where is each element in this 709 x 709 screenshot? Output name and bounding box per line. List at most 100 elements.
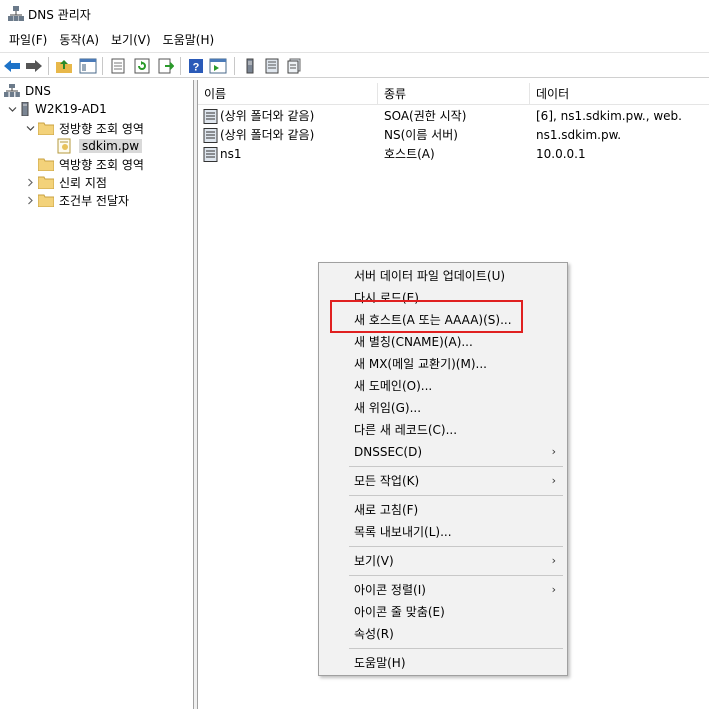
column-header-data[interactable]: 데이터 bbox=[530, 83, 709, 105]
red-highlight-box bbox=[330, 300, 523, 333]
menu-help[interactable]: 도움말(H) bbox=[158, 30, 220, 50]
chevron-right-icon: › bbox=[551, 474, 556, 487]
folder-icon bbox=[38, 122, 54, 135]
menu-item-label: 속성(R) bbox=[354, 627, 394, 641]
tree-node-reverse-zones[interactable]: 역방향 조회 영역 bbox=[38, 155, 144, 173]
menu-item-help[interactable]: 도움말(H) bbox=[320, 652, 566, 674]
cell-name: ns1 bbox=[220, 147, 242, 161]
dns-app-icon bbox=[8, 6, 24, 21]
window-title: DNS 관리자 bbox=[28, 8, 91, 22]
menu-item-export-list[interactable]: 목록 내보내기(L)... bbox=[320, 521, 566, 543]
menu-item-all-tasks[interactable]: 모든 작업(K) › bbox=[320, 470, 566, 492]
record-icon[interactable] bbox=[262, 56, 282, 76]
menu-separator bbox=[349, 648, 563, 649]
show-hide-tree-icon[interactable] bbox=[78, 56, 98, 76]
menu-item-new-domain[interactable]: 새 도메인(O)... bbox=[320, 375, 566, 397]
table-row[interactable]: ns1 호스트(A) 10.0.0.1 bbox=[198, 145, 709, 164]
menu-item-new-delegation[interactable]: 새 위임(G)... bbox=[320, 397, 566, 419]
folder-icon bbox=[38, 194, 54, 207]
folder-icon bbox=[38, 176, 54, 189]
column-header-name[interactable]: 이름 bbox=[198, 83, 378, 105]
menu-item-refresh[interactable]: 새로 고침(F) bbox=[320, 499, 566, 521]
tree-node-trust-points[interactable]: 신뢰 지점 bbox=[24, 173, 107, 191]
tree-label-forward-zones: 정방향 조회 영역 bbox=[59, 121, 144, 136]
chevron-right-icon[interactable] bbox=[24, 194, 36, 206]
menu-separator bbox=[349, 495, 563, 496]
export-icon[interactable] bbox=[156, 56, 176, 76]
record-icon bbox=[203, 109, 218, 124]
chevron-right-icon: › bbox=[551, 583, 556, 596]
tree-node-conditional-forwarders[interactable]: 조건부 전달자 bbox=[24, 191, 129, 209]
help-icon[interactable]: ? bbox=[186, 56, 206, 76]
menu-file[interactable]: 파일(F) bbox=[4, 30, 52, 50]
menu-item-view[interactable]: 보기(V) › bbox=[320, 550, 566, 572]
console-tree: DNS W2K19-AD1 정방향 조회 영역 sdkim.pw 역방향 조회 … bbox=[0, 80, 194, 709]
cell-name: (상위 폴더와 같음) bbox=[220, 128, 315, 142]
menu-item-other-new-records[interactable]: 다른 새 레코드(C)... bbox=[320, 419, 566, 441]
list-header: 이름 종류 데이터 bbox=[198, 83, 709, 105]
chevron-down-icon[interactable] bbox=[24, 122, 36, 134]
tree-node-forward-zones[interactable]: 정방향 조회 영역 bbox=[24, 119, 144, 137]
dns-icon bbox=[4, 84, 20, 97]
records-icon[interactable] bbox=[284, 56, 304, 76]
svg-text:?: ? bbox=[193, 62, 200, 74]
menu-item-label: 새 별칭(CNAME)(A)... bbox=[354, 335, 473, 349]
server-icon[interactable] bbox=[240, 56, 260, 76]
title-bar: DNS 관리자 bbox=[0, 0, 709, 30]
menu-view[interactable]: 보기(V) bbox=[106, 30, 156, 50]
column-header-type[interactable]: 종류 bbox=[378, 83, 530, 105]
menu-item-label: 도움말(H) bbox=[354, 656, 406, 670]
menu-item-arrange-icons[interactable]: 아이콘 정렬(I) › bbox=[320, 579, 566, 601]
properties-icon[interactable] bbox=[108, 56, 128, 76]
menu-item-update-server-data[interactable]: 서버 데이터 파일 업데이트(U) bbox=[320, 265, 566, 287]
cell-name: (상위 폴더와 같음) bbox=[220, 109, 315, 123]
menu-separator bbox=[349, 466, 563, 467]
chevron-down-icon[interactable] bbox=[6, 103, 18, 115]
menu-item-new-alias[interactable]: 새 별칭(CNAME)(A)... bbox=[320, 331, 566, 353]
menu-item-label: 새 도메인(O)... bbox=[354, 379, 433, 393]
refresh-icon[interactable] bbox=[132, 56, 152, 76]
table-row[interactable]: (상위 폴더와 같음) SOA(권한 시작) [6], ns1.sdkim.pw… bbox=[198, 107, 709, 126]
menu-item-label: 서버 데이터 파일 업데이트(U) bbox=[354, 269, 506, 283]
menu-separator bbox=[349, 546, 563, 547]
menu-item-line-up-icons[interactable]: 아이콘 줄 맞춤(E) bbox=[320, 601, 566, 623]
tree-label-reverse-zones: 역방향 조회 영역 bbox=[59, 157, 144, 172]
tree-label-server: W2K19-AD1 bbox=[35, 102, 107, 116]
tree-node-server[interactable]: W2K19-AD1 bbox=[6, 100, 107, 118]
tree-node-zone-sdkim[interactable]: sdkim.pw bbox=[56, 137, 143, 155]
menu-item-label: DNSSEC(D) bbox=[354, 445, 423, 459]
menu-item-dnssec[interactable]: DNSSEC(D) › bbox=[320, 441, 566, 463]
cell-data: [6], ns1.sdkim.pw., web. bbox=[536, 109, 682, 123]
menu-item-label: 새 위임(G)... bbox=[354, 401, 422, 415]
menu-item-label: 다른 새 레코드(C)... bbox=[354, 423, 458, 437]
menu-bar: 파일(F) 동작(A) 보기(V) 도움말(H) bbox=[0, 30, 709, 50]
tree-label-zone: sdkim.pw bbox=[79, 139, 143, 153]
cell-type: SOA(권한 시작) bbox=[384, 109, 467, 123]
chevron-right-icon: › bbox=[551, 554, 556, 567]
table-row[interactable]: (상위 폴더와 같음) NS(이름 서버) ns1.sdkim.pw. bbox=[198, 126, 709, 145]
record-icon bbox=[203, 128, 218, 143]
menu-separator bbox=[349, 575, 563, 576]
chevron-right-icon[interactable] bbox=[24, 176, 36, 188]
cell-type: 호스트(A) bbox=[384, 147, 435, 161]
tree-node-dns[interactable]: DNS bbox=[4, 82, 51, 100]
menu-item-label: 새로 고침(F) bbox=[354, 503, 419, 517]
chevron-right-icon: › bbox=[551, 445, 556, 458]
menu-item-label: 보기(V) bbox=[354, 554, 394, 568]
record-icon bbox=[203, 147, 218, 162]
action-pane-icon[interactable] bbox=[208, 56, 228, 76]
up-folder-icon[interactable] bbox=[54, 56, 74, 76]
menu-action[interactable]: 동작(A) bbox=[54, 30, 104, 50]
menu-item-label: 아이콘 정렬(I) bbox=[354, 583, 426, 597]
tree-label-conditional-forwarders: 조건부 전달자 bbox=[59, 193, 130, 208]
menu-item-label: 아이콘 줄 맞춤(E) bbox=[354, 605, 445, 619]
cell-data: 10.0.0.1 bbox=[536, 147, 586, 161]
forward-arrow-icon[interactable] bbox=[24, 56, 44, 76]
menu-item-label: 모든 작업(K) bbox=[354, 474, 420, 488]
tree-label-dns: DNS bbox=[25, 84, 51, 98]
menu-item-properties[interactable]: 속성(R) bbox=[320, 623, 566, 645]
menu-item-new-mx[interactable]: 새 MX(메일 교환기)(M)... bbox=[320, 353, 566, 375]
back-arrow-icon[interactable] bbox=[2, 56, 22, 76]
toolbar: ? bbox=[0, 52, 709, 78]
zone-file-icon bbox=[57, 138, 71, 154]
